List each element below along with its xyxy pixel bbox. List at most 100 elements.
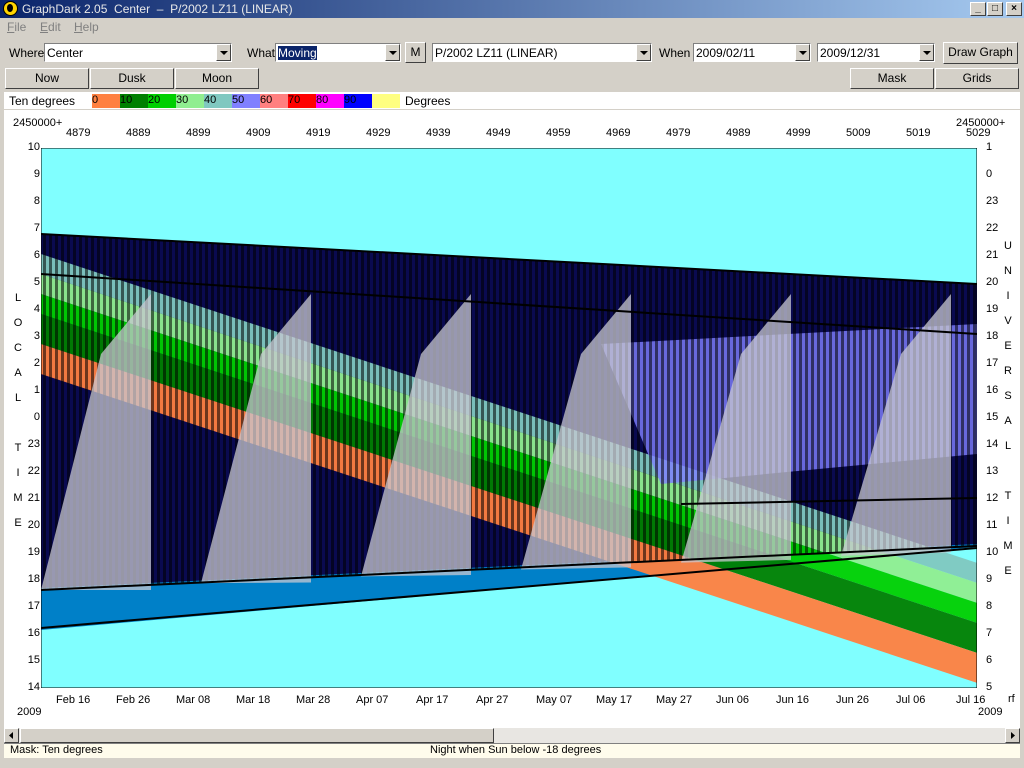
axis-title-letter: L <box>14 392 22 404</box>
status-mask: Mask: Ten degrees <box>10 744 103 756</box>
menu-bar: File Edit Help <box>0 18 1024 37</box>
night-stripe <box>181 241 184 584</box>
menu-help[interactable]: Help <box>74 20 99 34</box>
axis-title-letter: C <box>14 342 22 354</box>
legend-swatch: 50 <box>232 94 260 108</box>
date-tick: Mar 28 <box>296 694 331 706</box>
arrow-right-icon <box>1011 732 1015 739</box>
local-time-tick: 9 <box>33 168 40 180</box>
mask-button[interactable]: Mask <box>850 68 934 89</box>
night-stripe <box>493 258 496 569</box>
scroll-thumb[interactable] <box>20 728 494 743</box>
night-stripe <box>679 268 682 561</box>
ut-tick: 13 <box>986 465 999 477</box>
ut-tick: 22 <box>986 222 999 234</box>
night-stripe <box>631 265 634 563</box>
where-select[interactable]: Center <box>44 43 232 62</box>
universal-time-axis-title: U N I V E R S A L T I M E <box>1003 234 1013 584</box>
legend-swatch-label: 90 <box>344 94 357 106</box>
axis-title-letter: A <box>1004 415 1012 427</box>
night-stripe <box>685 268 688 560</box>
start-date-select[interactable]: 2009/02/11 <box>693 43 811 62</box>
legend-swatch: 0 <box>92 94 120 108</box>
menu-edit[interactable]: Edit <box>40 20 61 34</box>
axis-title-letter <box>1003 459 1013 484</box>
end-date-value: 2009/12/31 <box>820 46 881 60</box>
draw-graph-button[interactable]: Draw Graph <box>943 42 1018 64</box>
chevron-down-icon[interactable] <box>385 44 400 61</box>
title-bar: GraphDark 2.05 Center – P/2002 LZ11 (LIN… <box>0 0 1024 18</box>
what-select[interactable]: Moving <box>275 43 401 62</box>
local-time-tick: 7 <box>33 222 40 234</box>
close-button[interactable]: × <box>1006 2 1022 16</box>
night-stripe <box>637 265 640 562</box>
universal-time-axis: 1 0 23 22 21 20 19 18 17 16 15 14 13 12 11 10 9 8 7 6 5 <box>978 110 1020 710</box>
night-stripe <box>649 266 652 562</box>
ut-tick: 8 <box>986 600 993 612</box>
now-button[interactable]: Now <box>5 68 89 89</box>
grids-button[interactable]: Grids <box>935 68 1019 89</box>
legend-swatches: 0 10 20 30 40 50 60 70 80 90 <box>92 92 402 109</box>
night-stripe <box>313 248 316 578</box>
horizontal-scrollbar[interactable] <box>4 728 1020 743</box>
object-select[interactable]: P/2002 LZ11 (LINEAR) <box>432 43 652 62</box>
ut-tick: 12 <box>986 492 999 504</box>
local-time-tick: 1 <box>33 384 40 396</box>
scroll-left-button[interactable] <box>4 728 19 743</box>
ut-tick: 21 <box>986 249 999 261</box>
ut-tick: 11 <box>986 519 998 531</box>
night-stripe <box>973 283 976 547</box>
night-stripe <box>193 242 196 583</box>
night-stripe <box>169 240 172 584</box>
local-time-tick: 14 <box>27 681 40 693</box>
m-button[interactable]: M <box>405 42 426 63</box>
chevron-down-icon[interactable] <box>216 44 231 61</box>
moon-button[interactable]: Moon <box>175 68 259 89</box>
axis-title-letter <box>13 411 23 436</box>
night-stripe <box>841 276 844 553</box>
restore-button[interactable]: □ <box>987 2 1003 16</box>
where-label: Where <box>9 46 45 60</box>
legend-swatch: 30 <box>176 94 204 108</box>
local-time-tick: 10 <box>27 141 40 153</box>
ut-tick: 1 <box>986 141 993 153</box>
menu-file[interactable]: File <box>7 20 26 34</box>
ut-tick: 0 <box>986 168 993 180</box>
night-stripe <box>805 274 808 555</box>
ut-tick: 14 <box>986 438 999 450</box>
night-stripe <box>847 277 850 553</box>
chevron-down-icon[interactable] <box>636 44 651 61</box>
date-tick: May 27 <box>656 694 693 706</box>
ut-tick: 18 <box>986 330 999 342</box>
end-date-select[interactable]: 2009/12/31 <box>817 43 935 62</box>
night-stripe <box>961 283 964 547</box>
where-value: Center <box>47 46 84 60</box>
local-time-tick: 19 <box>27 546 40 558</box>
night-stripe <box>487 257 490 570</box>
night-stripe <box>187 241 190 584</box>
dusk-button[interactable]: Dusk <box>90 68 174 89</box>
night-stripe <box>337 249 340 577</box>
date-tick: Apr 27 <box>476 694 509 706</box>
minimize-button[interactable]: _ <box>970 2 986 16</box>
night-stripe <box>799 274 802 555</box>
axis-title-letter: I <box>1006 290 1010 302</box>
scroll-right-button[interactable] <box>1005 728 1020 743</box>
axis-title-letter: A <box>14 367 22 379</box>
local-time-tick: 23 <box>27 438 40 450</box>
chevron-down-icon[interactable] <box>795 44 810 61</box>
local-time-tick: 0 <box>33 411 40 423</box>
visibility-graph[interactable] <box>41 148 977 688</box>
axis-title-letter: O <box>13 317 23 329</box>
chevron-down-icon[interactable] <box>919 44 934 61</box>
night-stripe <box>199 242 202 583</box>
night-stripe <box>331 249 334 577</box>
night-stripe <box>661 267 664 561</box>
axis-title-letter: U <box>1004 240 1012 252</box>
night-stripe <box>499 258 502 569</box>
night-stripe <box>343 250 346 576</box>
night-stripe <box>151 239 154 585</box>
night-stripe <box>823 275 826 554</box>
what-value: Moving <box>278 46 317 60</box>
local-time-tick: 3 <box>33 330 40 342</box>
